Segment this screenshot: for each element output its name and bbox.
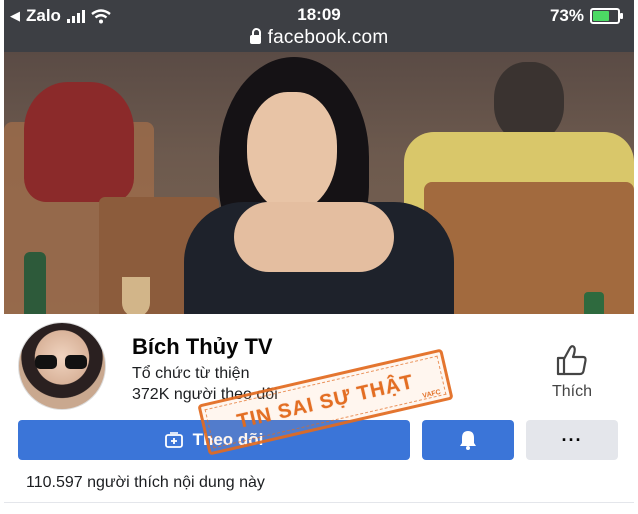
cover-glass	[122, 277, 150, 314]
battery-fill	[593, 11, 610, 21]
battery-percent: 73%	[549, 6, 584, 25]
avatar-glasses	[35, 355, 89, 369]
cover-woman-arms	[234, 202, 394, 272]
cover-bg-person	[24, 82, 134, 202]
follow-plus-icon	[164, 432, 183, 448]
battery-icon	[590, 8, 623, 24]
page-category: Tổ chức từ thiện	[132, 365, 250, 382]
thumbs-up-icon	[556, 345, 587, 376]
more-icon: ···	[561, 429, 583, 450]
lock-icon	[249, 28, 261, 44]
phone-screen: ◀ Zalo 18:09 73% facebook.com Bích Thủy …	[0, 0, 638, 514]
divider	[4, 502, 634, 503]
url-text: facebook.com	[267, 27, 389, 48]
status-right: 73%	[549, 6, 623, 26]
cover-bg-person	[494, 62, 564, 142]
avatar[interactable]	[18, 322, 106, 410]
cover-bottle	[584, 292, 604, 314]
notifications-button[interactable]	[422, 420, 514, 460]
url-bar[interactable]: facebook.com	[4, 27, 634, 49]
like-label: Thích	[551, 383, 592, 400]
cover-photo[interactable]	[4, 52, 634, 314]
stamp-mark: VAFC	[421, 388, 442, 400]
bell-icon	[460, 431, 476, 450]
clock: 18:09	[297, 5, 341, 24]
cover-bottle	[24, 252, 46, 314]
likes-summary: 110.597 người thích nội dung này	[26, 474, 265, 491]
status-bar: ◀ Zalo 18:09 73% facebook.com	[4, 0, 634, 52]
more-button[interactable]: ···	[526, 420, 618, 460]
cover-woman-face	[247, 92, 337, 212]
like-button[interactable]: Thích	[542, 344, 602, 404]
page-name[interactable]: Bích Thủy TV	[132, 334, 273, 360]
